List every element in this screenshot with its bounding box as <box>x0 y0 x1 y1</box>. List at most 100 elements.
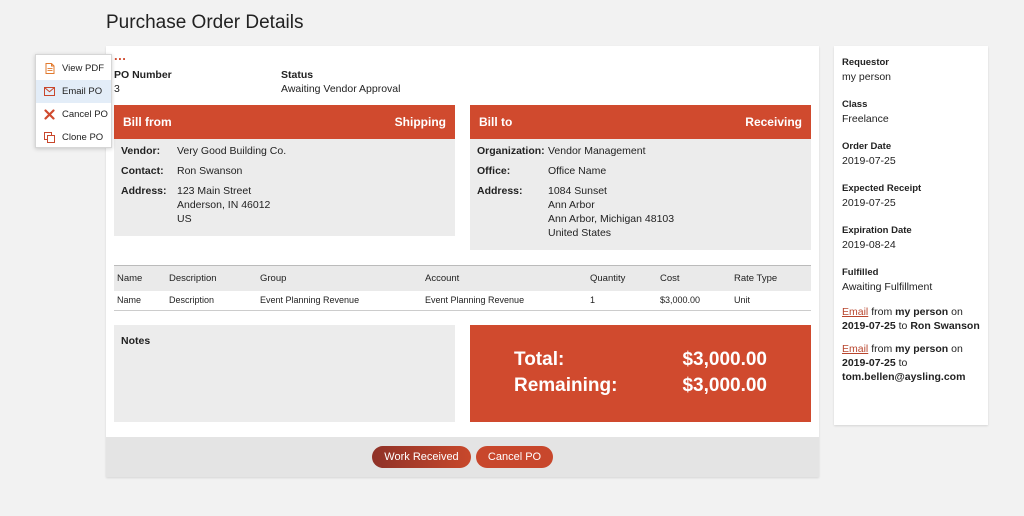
email-on-word: on <box>951 306 963 318</box>
email-from-word: from <box>871 306 893 318</box>
email-date: 2019-07-25 <box>842 357 896 369</box>
to-address-line: 1084 Sunset <box>548 185 607 197</box>
fulfilled-label: Fulfilled <box>842 267 879 278</box>
vendor-value: Very Good Building Co. <box>177 145 287 157</box>
cell-name: Name <box>114 290 166 311</box>
cell-rate-type: Unit <box>731 290 811 311</box>
bill-to-panel: Bill to Receiving Organization: Vendor M… <box>470 105 811 250</box>
requestor-block: Requestor my person <box>842 57 980 83</box>
office-label: Office: <box>477 165 511 177</box>
expected-receipt-label: Expected Receipt <box>842 183 922 194</box>
menu-item-view-pdf[interactable]: View PDF <box>36 57 111 80</box>
email-sender: my person <box>895 306 949 318</box>
cell-group: Event Planning Revenue <box>257 290 422 311</box>
totals-panel: Total: $3,000.00 Remaining: $3,000.00 <box>470 325 811 422</box>
order-date-value: 2019-07-25 <box>842 155 896 167</box>
action-bar: Work Received Cancel PO <box>106 437 819 477</box>
order-date-block: Order Date 2019-07-25 <box>842 141 980 167</box>
notes-label: Notes <box>121 335 151 347</box>
bill-to-header: Bill to Receiving <box>470 105 811 139</box>
cell-description: Description <box>166 290 257 311</box>
to-address-value: 1084 Sunset Ann Arbor Ann Arbor, Michiga… <box>548 184 674 240</box>
email-sender: my person <box>895 343 949 355</box>
menu-item-email-po[interactable]: Email PO <box>36 80 111 103</box>
total-row: Total: $3,000.00 <box>514 349 767 371</box>
from-address-value: 123 Main Street Anderson, IN 46012 US <box>177 184 270 226</box>
email-from-word: from <box>871 343 893 355</box>
email-to-word: to <box>898 320 908 332</box>
cancel-po-button[interactable]: Cancel PO <box>476 446 553 468</box>
menu-item-label: Cancel PO <box>62 109 108 120</box>
clone-icon <box>44 132 55 143</box>
remaining-value: $3,000.00 <box>682 375 767 396</box>
fulfilled-value: Awaiting Fulfillment <box>842 281 933 293</box>
col-description: Description <box>166 265 257 291</box>
vendor-row: Vendor: Very Good Building Co. <box>114 144 455 158</box>
po-number-label: PO Number <box>114 69 172 81</box>
expected-receipt-block: Expected Receipt 2019-07-25 <box>842 183 980 209</box>
class-block: Class Freelance <box>842 99 980 125</box>
table-row: Name Description Event Planning Revenue … <box>114 290 811 311</box>
email-recipient: Ron Swanson <box>910 320 980 332</box>
organization-value: Vendor Management <box>548 145 646 157</box>
col-quantity: Quantity <box>587 265 657 291</box>
email-log-entry: Email from my person on 2019-07-25 to to… <box>842 342 980 384</box>
menu-item-label: Clone PO <box>62 132 104 143</box>
line-items-table: Name Description Group Account Quantity … <box>114 265 811 311</box>
expiration-date-block: Expiration Date 2019-08-24 <box>842 225 980 251</box>
bill-from-header: Bill from Shipping <box>114 105 455 139</box>
email-log-entry: Email from my person on 2019-07-25 to Ro… <box>842 305 980 333</box>
menu-item-label: Email PO <box>62 86 103 97</box>
expected-receipt-value: 2019-07-25 <box>842 197 896 209</box>
col-group: Group <box>257 265 422 291</box>
contact-value: Ron Swanson <box>177 165 243 177</box>
notes-panel: Notes <box>114 325 455 422</box>
to-address-line: Ann Arbor <box>548 199 595 211</box>
email-date: 2019-07-25 <box>842 320 896 332</box>
menu-item-clone-po[interactable]: Clone PO <box>36 126 111 149</box>
email-link[interactable]: Email <box>842 306 868 318</box>
bill-from-title: Bill from <box>123 115 172 129</box>
email-recipient: tom.bellen@aysling.com <box>842 371 966 383</box>
email-to-word: to <box>898 357 908 369</box>
class-value: Freelance <box>842 113 889 125</box>
total-label: Total: <box>514 349 565 370</box>
remaining-label: Remaining: <box>514 375 618 396</box>
col-rate-type: Rate Type <box>731 265 811 291</box>
fulfilled-block: Fulfilled Awaiting Fulfillment <box>842 267 980 293</box>
bill-to-title: Bill to <box>479 115 513 129</box>
po-status-block: Status Awaiting Vendor Approval <box>281 69 400 95</box>
remaining-row: Remaining: $3,000.00 <box>514 375 767 397</box>
bill-to-receiving: Receiving <box>745 115 802 129</box>
contact-row: Contact: Ron Swanson <box>114 164 455 178</box>
menu-item-label: View PDF <box>62 63 105 74</box>
bill-from-panel: Bill from Shipping Vendor: Very Good Bui… <box>114 105 455 236</box>
po-status-label: Status <box>281 69 314 81</box>
table-header-row: Name Description Group Account Quantity … <box>114 265 811 291</box>
from-address-line: US <box>177 213 192 225</box>
menu-item-cancel-po[interactable]: Cancel PO <box>36 103 111 126</box>
expiration-date-value: 2019-08-24 <box>842 239 896 251</box>
po-number-value: 3 <box>114 83 120 95</box>
office-value: Office Name <box>548 165 607 177</box>
po-number-block: PO Number 3 <box>114 69 172 95</box>
work-received-button[interactable]: Work Received <box>372 446 471 468</box>
requestor-label: Requestor <box>842 57 889 68</box>
po-actions-menu: View PDF Email PO Cancel PO Clone PO <box>35 54 112 148</box>
class-label: Class <box>842 99 868 110</box>
vendor-label: Vendor: <box>121 145 161 157</box>
cancel-icon <box>44 109 55 120</box>
to-address-row: Address: 1084 Sunset Ann Arbor Ann Arbor… <box>470 184 811 240</box>
organization-label: Organization: <box>477 145 545 157</box>
page-title: Purchase Order Details <box>106 12 304 33</box>
email-link[interactable]: Email <box>842 343 868 355</box>
total-value: $3,000.00 <box>682 349 767 370</box>
bill-from-shipping: Shipping <box>394 115 446 129</box>
po-status-value: Awaiting Vendor Approval <box>281 83 401 95</box>
to-address-line: Ann Arbor, Michigan 48103 <box>548 213 675 225</box>
requestor-value: my person <box>842 71 892 83</box>
more-options-icon[interactable]: ... <box>114 48 126 63</box>
from-address-line: Anderson, IN 46012 <box>177 199 271 211</box>
contact-label: Contact: <box>121 165 164 177</box>
to-address-line: United States <box>548 227 612 239</box>
